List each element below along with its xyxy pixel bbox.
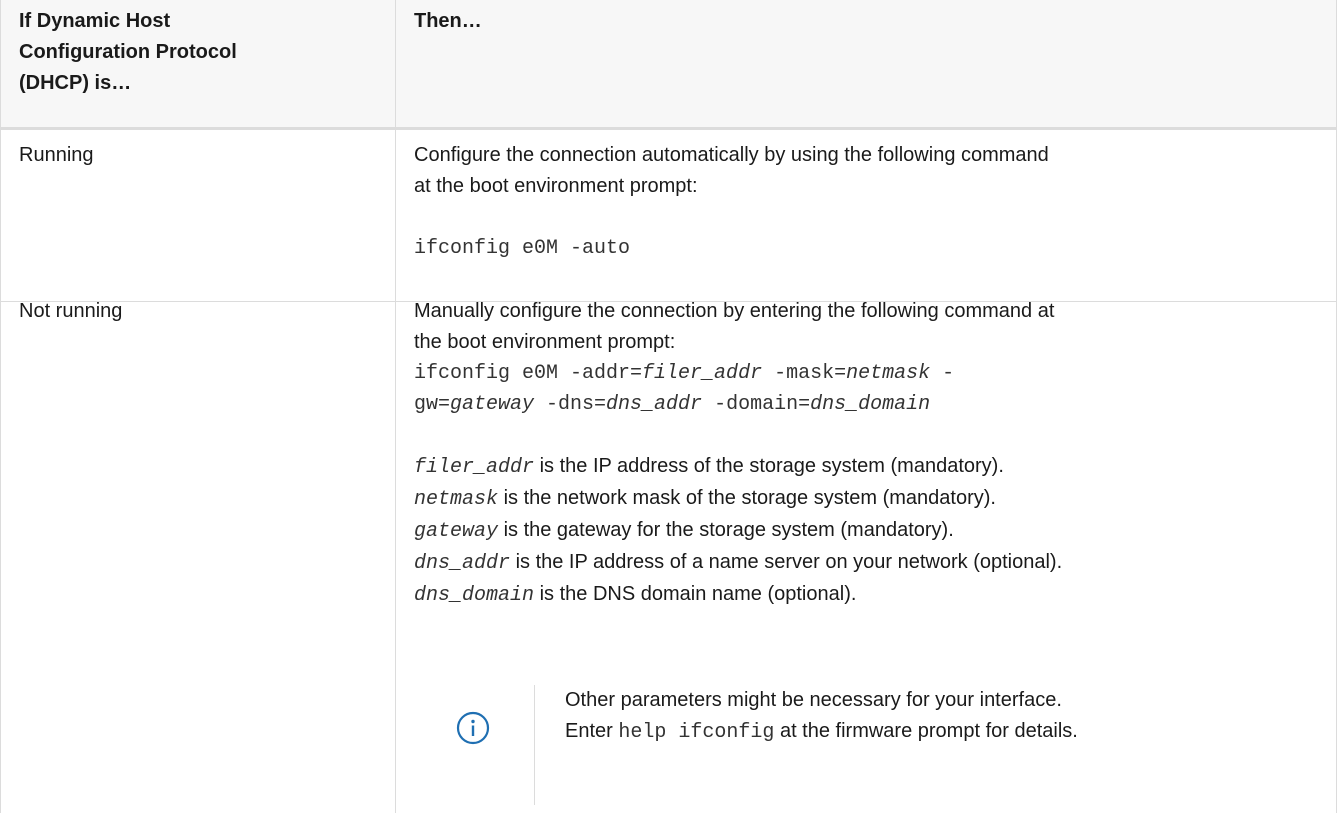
header-cell-condition: If Dynamic Host Configuration Protocol (…	[0, 0, 395, 128]
manual-command-line: gw=gateway -dns=dns_addr -domain=dns_dom…	[414, 393, 931, 416]
note-divider	[534, 685, 535, 805]
definition-term: dns_addr	[414, 552, 511, 575]
definition-desc: is the network mask of the storage syste…	[498, 487, 996, 509]
definition-term: filer_addr	[414, 456, 535, 479]
definition-desc: is the IP address of a name server on yo…	[510, 551, 1063, 573]
note-code: help ifconfig	[618, 721, 775, 744]
row-not-running-action: Manually configure the connection by ent…	[414, 296, 1324, 611]
parameter-definitions: filer_addr is the IP address of the stor…	[414, 451, 1324, 611]
column-divider	[395, 0, 396, 813]
row-running-action: Configure the connection automatically b…	[414, 140, 1324, 264]
definition-item: filer_addr is the IP address of the stor…	[414, 451, 1324, 483]
note-admonition: Other parameters might be necessary for …	[437, 685, 1297, 805]
header-divider	[0, 127, 1337, 130]
header-line: Configuration Protocol	[19, 41, 237, 63]
header-line: (DHCP) is…	[19, 72, 132, 94]
info-icon	[456, 711, 490, 745]
definition-item: dns_addr is the IP address of a name ser…	[414, 547, 1324, 579]
definition-desc: is the IP address of the storage system …	[534, 455, 1004, 477]
row-running-condition: Running	[19, 144, 94, 166]
header-action-text: Then…	[414, 10, 482, 32]
definition-term: dns_domain	[414, 584, 535, 607]
table-left-border	[0, 0, 1, 813]
definition-term: netmask	[414, 488, 499, 511]
row-running-paragraph: at the boot environment prompt:	[414, 175, 698, 197]
definition-item: dns_domain is the DNS domain name (optio…	[414, 579, 1324, 611]
auto-command: ifconfig e0M -auto	[414, 237, 631, 260]
row-not-running-paragraph: the boot environment prompt:	[414, 331, 676, 353]
row-running-paragraph: Configure the connection automatically b…	[414, 144, 1049, 166]
note-text: Other parameters might be necessary for …	[565, 685, 1295, 748]
definition-desc: is the gateway for the storage system (m…	[498, 519, 954, 541]
header-line: If Dynamic Host	[19, 10, 171, 32]
definition-item: gateway is the gateway for the storage s…	[414, 515, 1324, 547]
note-line: Enter help ifconfig at the firmware prom…	[565, 720, 1078, 744]
definition-desc: is the DNS domain name (optional).	[534, 583, 857, 605]
dhcp-table: If Dynamic Host Configuration Protocol (…	[0, 0, 1337, 813]
row-not-running-condition: Not running	[19, 300, 123, 322]
definition-item: netmask is the network mask of the stora…	[414, 483, 1324, 515]
row-not-running-paragraph: Manually configure the connection by ent…	[414, 300, 1055, 322]
manual-command-line: ifconfig e0M -addr=filer_addr -mask=netm…	[414, 362, 955, 385]
note-line: Other parameters might be necessary for …	[565, 689, 1062, 711]
header-cell-action: Then…	[396, 0, 1337, 128]
header-condition-text: If Dynamic Host Configuration Protocol (…	[19, 6, 237, 99]
definition-term: gateway	[414, 520, 499, 543]
